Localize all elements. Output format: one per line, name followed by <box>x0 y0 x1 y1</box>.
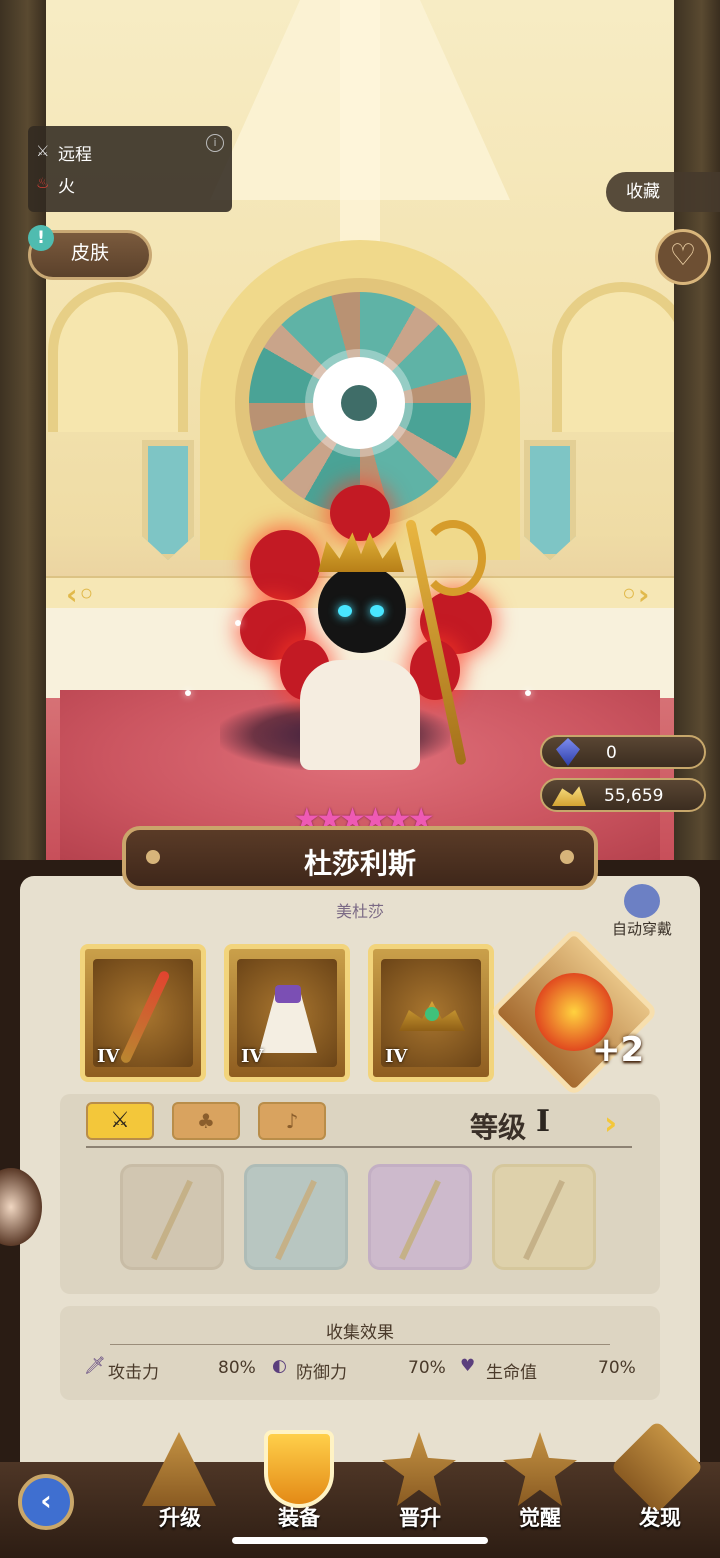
collect-button[interactable]: 收藏 <box>606 172 720 212</box>
divider <box>110 1344 610 1345</box>
crystal-count: 0 <box>606 743 617 763</box>
tab-armor[interactable]: ♣ <box>172 1102 240 1140</box>
attack-type-label: 远程 <box>58 145 92 165</box>
crystal-counter[interactable]: 0 <box>540 735 706 769</box>
gold-pile-icon <box>552 786 586 806</box>
grade-slot-legendary[interactable] <box>492 1164 596 1270</box>
robe-collar <box>275 985 301 1003</box>
tier-badge: IV <box>97 1046 120 1067</box>
sparkle <box>525 690 531 696</box>
sparkle <box>185 690 191 696</box>
tab-accessory[interactable]: ♪ <box>258 1102 326 1140</box>
right-pillar <box>674 0 720 860</box>
crown-gem <box>425 1007 439 1021</box>
hero-robe <box>300 660 420 770</box>
hero-name: 杜莎利斯 <box>303 847 416 880</box>
sparkle <box>235 620 241 626</box>
staff-head <box>420 520 486 596</box>
element-label: 火 <box>58 177 75 197</box>
gear-ornament-icon <box>560 850 574 864</box>
equip-slot-weapon[interactable]: IV <box>80 944 206 1082</box>
grade-slot-epic[interactable] <box>368 1164 472 1270</box>
divider <box>86 1146 632 1148</box>
snake-hair <box>330 485 390 541</box>
snake-hair <box>250 530 320 600</box>
attack-label: 攻击力 <box>108 1363 159 1383</box>
alert-icon: ! <box>28 225 54 251</box>
info-icon[interactable]: i <box>206 134 224 152</box>
right-arch <box>552 282 692 432</box>
favorite-heart-icon[interactable]: ♡ <box>655 229 711 285</box>
tier-badge: IV <box>241 1046 264 1067</box>
equip-slot-helmet[interactable]: IV <box>368 944 494 1082</box>
rune-bonus: +2 <box>592 1030 645 1070</box>
auto-equip-button[interactable]: 自动穿戴 <box>604 884 680 939</box>
nav-upgrade[interactable]: 升级 <box>130 1502 230 1532</box>
nav-promote[interactable]: 晋升 <box>370 1502 470 1532</box>
hero-traits-box[interactable]: ⚔ 远程 ♨ 火 i <box>28 126 232 212</box>
defense-value: 70% <box>408 1358 446 1378</box>
tier-badge: IV <box>385 1046 408 1067</box>
gear-emblem-center <box>341 385 377 421</box>
gold-count: 55,659 <box>604 786 664 806</box>
shield-icon: ◐ <box>272 1356 287 1376</box>
grade-slot-rare[interactable] <box>244 1164 348 1270</box>
accessory-icon: ♪ <box>285 1109 299 1133</box>
nav-awaken[interactable]: 觉醒 <box>490 1502 590 1532</box>
auto-equip-label: 自动穿戴 <box>611 920 672 938</box>
attack-value: 80% <box>218 1358 256 1378</box>
scroll-left-icon[interactable]: ‹◦ <box>66 578 95 611</box>
grade-value: I <box>536 1104 551 1139</box>
hero-eye <box>370 605 384 617</box>
hp-label: 生命值 <box>486 1363 537 1383</box>
collection-title: 收集效果 <box>326 1323 394 1343</box>
sword-icon: 🗡 <box>84 1356 106 1376</box>
hp-value: 70% <box>598 1358 636 1378</box>
left-arch <box>48 282 188 432</box>
skin-button-label: 皮肤 <box>70 242 109 264</box>
right-banner <box>524 440 576 560</box>
gear-ornament-icon <box>146 850 160 864</box>
collection-effects: 收集效果 🗡 攻击力 80% ◐ 防御力 70% ♥ 生命值 70% <box>60 1306 660 1400</box>
staff-icon <box>523 1179 565 1261</box>
scroll-right-icon[interactable]: ◦› <box>620 578 649 611</box>
hero-eye <box>338 605 352 617</box>
next-grade-chevron-icon[interactable]: › <box>604 1104 617 1142</box>
swords-icon: ⚔ <box>110 1108 130 1133</box>
hero-nameplate: 杜莎利斯 <box>122 826 598 890</box>
staff-icon <box>399 1179 441 1261</box>
armor-icon: ♣ <box>197 1109 215 1133</box>
staff-icon <box>275 1179 317 1261</box>
crystal-icon <box>556 738 580 766</box>
defense-label: 防御力 <box>296 1363 347 1383</box>
auto-equip-icon <box>624 884 660 918</box>
ranged-icon: ⚔ <box>36 142 50 160</box>
nav-discover[interactable]: 发现 <box>610 1502 710 1532</box>
left-banner <box>142 440 194 560</box>
grade-slot-common[interactable] <box>120 1164 224 1270</box>
tab-weapon[interactable]: ⚔ <box>86 1102 154 1140</box>
gold-counter[interactable]: 55,659 <box>540 778 706 812</box>
heart-icon: ♥ <box>460 1356 476 1376</box>
back-button[interactable]: ‹ <box>18 1474 74 1530</box>
equipment-shield-icon <box>264 1430 334 1508</box>
hero-head <box>318 565 406 653</box>
grade-label: 等级 <box>470 1111 527 1144</box>
equip-slot-armor[interactable]: IV <box>224 944 350 1082</box>
collect-button-label: 收藏 <box>626 182 660 202</box>
nav-equipment[interactable]: 装备 <box>249 1502 349 1532</box>
fire-icon: ♨ <box>36 174 50 192</box>
staff-icon <box>151 1179 193 1261</box>
home-indicator <box>232 1537 488 1544</box>
